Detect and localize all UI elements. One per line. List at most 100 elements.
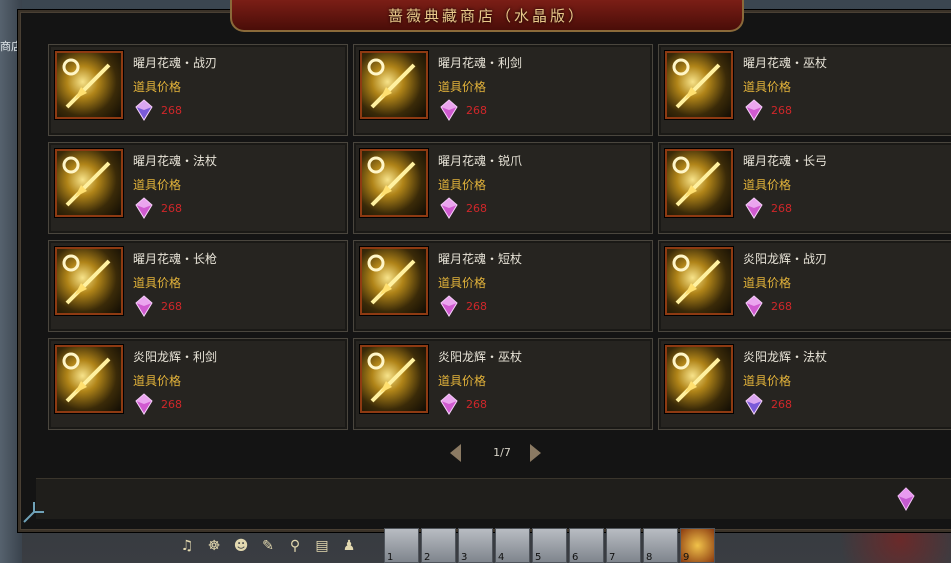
title-bar: 蔷薇典藏商店（水晶版） — [230, 0, 744, 32]
hotbar-slot[interactable]: 4 — [495, 528, 530, 563]
weapon-icon[interactable] — [360, 345, 428, 413]
item-card[interactable]: 曜月花魂・短杖 道具价格 268 — [353, 240, 653, 332]
price-label: 道具价格 — [133, 178, 182, 192]
broom-icon[interactable]: ✎ — [257, 536, 279, 556]
shop-window: 蔷薇典藏商店（水晶版） 曜月花魂・战刃 道具价格 268 曜月花魂・利剑 道具价… — [18, 0, 951, 532]
crystal-icon — [440, 393, 458, 415]
item-card[interactable]: 炎阳龙辉・巫杖 道具价格 268 — [353, 338, 653, 430]
item-card[interactable]: 炎阳龙辉・法杖 道具价格 268 — [658, 338, 951, 430]
item-price: 268 — [771, 202, 792, 215]
gamepad-icon[interactable]: ☸ — [203, 536, 225, 556]
price-label: 道具价格 — [133, 374, 182, 388]
hotbar-slot[interactable]: 3 — [458, 528, 493, 563]
crystal-icon — [135, 99, 153, 121]
item-name: 曜月花魂・短杖 — [438, 252, 523, 266]
price-label: 道具价格 — [743, 178, 792, 192]
item-price: 268 — [161, 202, 182, 215]
hotbar-slot-number: 7 — [609, 552, 616, 563]
crystal-currency-icon — [897, 487, 915, 511]
price-label: 道具价格 — [133, 276, 182, 290]
item-card[interactable]: 曜月花魂・锐爪 道具价格 268 — [353, 142, 653, 234]
weapon-icon[interactable] — [665, 345, 733, 413]
item-card[interactable]: 曜月花魂・利剑 道具价格 268 — [353, 44, 653, 136]
item-price: 268 — [466, 202, 487, 215]
hotbar-slot-number: 1 — [387, 552, 394, 563]
crystal-icon — [440, 295, 458, 317]
crystal-icon — [745, 393, 763, 415]
hotbar-slot[interactable]: 6 — [569, 528, 604, 563]
item-card[interactable]: 曜月花魂・长弓 道具价格 268 — [658, 142, 951, 234]
person-icon[interactable]: ♟ — [338, 536, 360, 556]
item-price: 268 — [466, 300, 487, 313]
item-name: 炎阳龙辉・巫杖 — [438, 350, 523, 364]
weapon-icon[interactable] — [360, 51, 428, 119]
scroll-icon[interactable]: ▤ — [311, 536, 333, 556]
corner-ornament-icon — [23, 502, 44, 523]
weapon-icon[interactable] — [665, 247, 733, 315]
hotbar-slot[interactable]: 7 — [606, 528, 641, 563]
hotbar-slot-number: 4 — [498, 552, 505, 563]
price-label: 道具价格 — [438, 178, 487, 192]
next-page-arrow-icon[interactable] — [530, 444, 541, 462]
magnifier-icon[interactable]: ⚲ — [284, 536, 306, 556]
price-label: 道具价格 — [438, 80, 487, 94]
crystal-icon — [745, 197, 763, 219]
weapon-icon[interactable] — [665, 51, 733, 119]
weapon-icon[interactable] — [360, 149, 428, 217]
hotbar-slot[interactable]: 8 — [643, 528, 678, 563]
hotbar-slot-number: 5 — [535, 552, 542, 563]
item-price: 268 — [161, 104, 182, 117]
crystal-icon — [440, 99, 458, 121]
hotbar-slot[interactable]: 9 — [680, 528, 715, 563]
weapon-icon[interactable] — [360, 247, 428, 315]
item-card[interactable]: 曜月花魂・长枪 道具价格 268 — [48, 240, 348, 332]
hotbar-slot-number: 8 — [646, 552, 653, 563]
item-name: 曜月花魂・巫杖 — [743, 56, 828, 70]
crystal-icon — [135, 393, 153, 415]
page-indicator: 1/7 — [493, 446, 511, 459]
price-label: 道具价格 — [438, 276, 487, 290]
hotbar-slot-number: 3 — [461, 552, 468, 563]
hotbar-slot[interactable]: 1 — [384, 528, 419, 563]
item-price: 268 — [771, 300, 792, 313]
bottom-toolbar: ♫ ☸ ☻ ✎ ⚲ ▤ ♟ — [176, 536, 360, 558]
hotbar-slot[interactable]: 5 — [532, 528, 567, 563]
price-label: 道具价格 — [438, 374, 487, 388]
price-label: 道具价格 — [133, 80, 182, 94]
item-card[interactable]: 曜月花魂・法杖 道具价格 268 — [48, 142, 348, 234]
weapon-icon[interactable] — [55, 345, 123, 413]
weapon-icon[interactable] — [55, 51, 123, 119]
pagination: 1/7 — [448, 444, 568, 464]
item-card[interactable]: 炎阳龙辉・战刃 道具价格 268 — [658, 240, 951, 332]
item-card[interactable]: 曜月花魂・战刃 道具价格 268 — [48, 44, 348, 136]
crystal-icon — [135, 295, 153, 317]
crystal-icon — [745, 99, 763, 121]
price-label: 道具价格 — [743, 80, 792, 94]
weapon-icon[interactable] — [55, 247, 123, 315]
price-label: 道具价格 — [743, 374, 792, 388]
item-price: 268 — [466, 104, 487, 117]
weapon-icon[interactable] — [665, 149, 733, 217]
crystal-icon — [440, 197, 458, 219]
item-name: 曜月花魂・长枪 — [133, 252, 218, 266]
hotbar-slot[interactable]: 2 — [421, 528, 456, 563]
footer-bar: 0 — [36, 478, 951, 519]
hotbar: 1 2 3 4 5 6 7 8 9 — [384, 528, 715, 563]
smile-icon[interactable]: ☻ — [230, 536, 252, 556]
item-name: 曜月花魂・利剑 — [438, 56, 523, 70]
weapon-icon[interactable] — [55, 149, 123, 217]
hotbar-slot-number: 6 — [572, 552, 579, 563]
item-name: 曜月花魂・锐爪 — [438, 154, 523, 168]
item-name: 炎阳龙辉・利剑 — [133, 350, 218, 364]
item-name: 炎阳龙辉・法杖 — [743, 350, 828, 364]
prev-page-arrow-icon[interactable] — [450, 444, 461, 462]
item-card[interactable]: 炎阳龙辉・利剑 道具价格 268 — [48, 338, 348, 430]
item-price: 268 — [161, 398, 182, 411]
music-note-icon[interactable]: ♫ — [176, 536, 198, 556]
crystal-icon — [135, 197, 153, 219]
item-price: 268 — [771, 398, 792, 411]
item-name: 曜月花魂・法杖 — [133, 154, 218, 168]
hotbar-slot-number: 2 — [424, 552, 431, 563]
item-card[interactable]: 曜月花魂・巫杖 道具价格 268 — [658, 44, 951, 136]
window-title: 蔷薇典藏商店（水晶版） — [387, 6, 586, 25]
